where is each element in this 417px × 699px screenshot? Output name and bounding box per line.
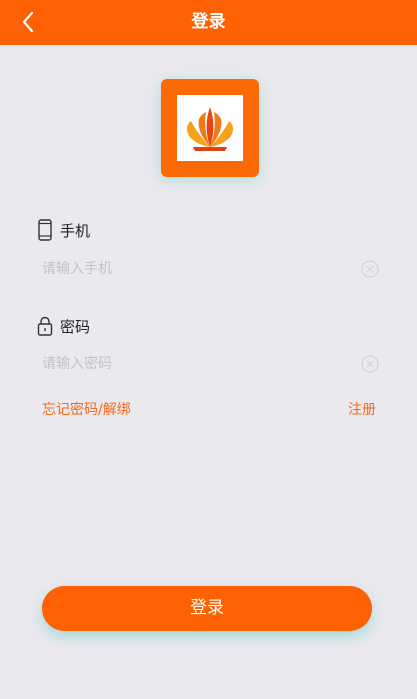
flower-logo-icon [187, 107, 233, 151]
phone-input[interactable] [42, 254, 342, 284]
password-input[interactable] [42, 349, 342, 379]
page-title: 登录 [191, 12, 226, 32]
login-button[interactable]: 登录 [42, 586, 372, 631]
login-page: 登录 手机 请输入手机 密码 忘记密码/解绑 注册 登录 [0, 0, 417, 699]
lock-icon [36, 314, 54, 338]
phone-icon [36, 218, 54, 242]
register-link[interactable]: 注册 [348, 399, 376, 419]
phone-clear-button[interactable] [360, 259, 380, 279]
forgot-password-link[interactable]: 忘记密码/解绑 [42, 399, 131, 419]
logo-background [177, 95, 243, 161]
password-label: 密码 [60, 317, 91, 336]
clear-circle-icon [361, 355, 379, 373]
header-bar: 登录 [0, 0, 417, 45]
password-label-row: 密码 [36, 314, 90, 338]
password-clear-button[interactable] [360, 354, 380, 374]
phone-label: 手机 [60, 221, 91, 240]
password-input-row [42, 349, 382, 379]
app-logo [161, 79, 259, 177]
phone-label-row: 手机 [36, 218, 90, 242]
phone-input-row [42, 254, 382, 284]
clear-circle-icon [361, 260, 379, 278]
